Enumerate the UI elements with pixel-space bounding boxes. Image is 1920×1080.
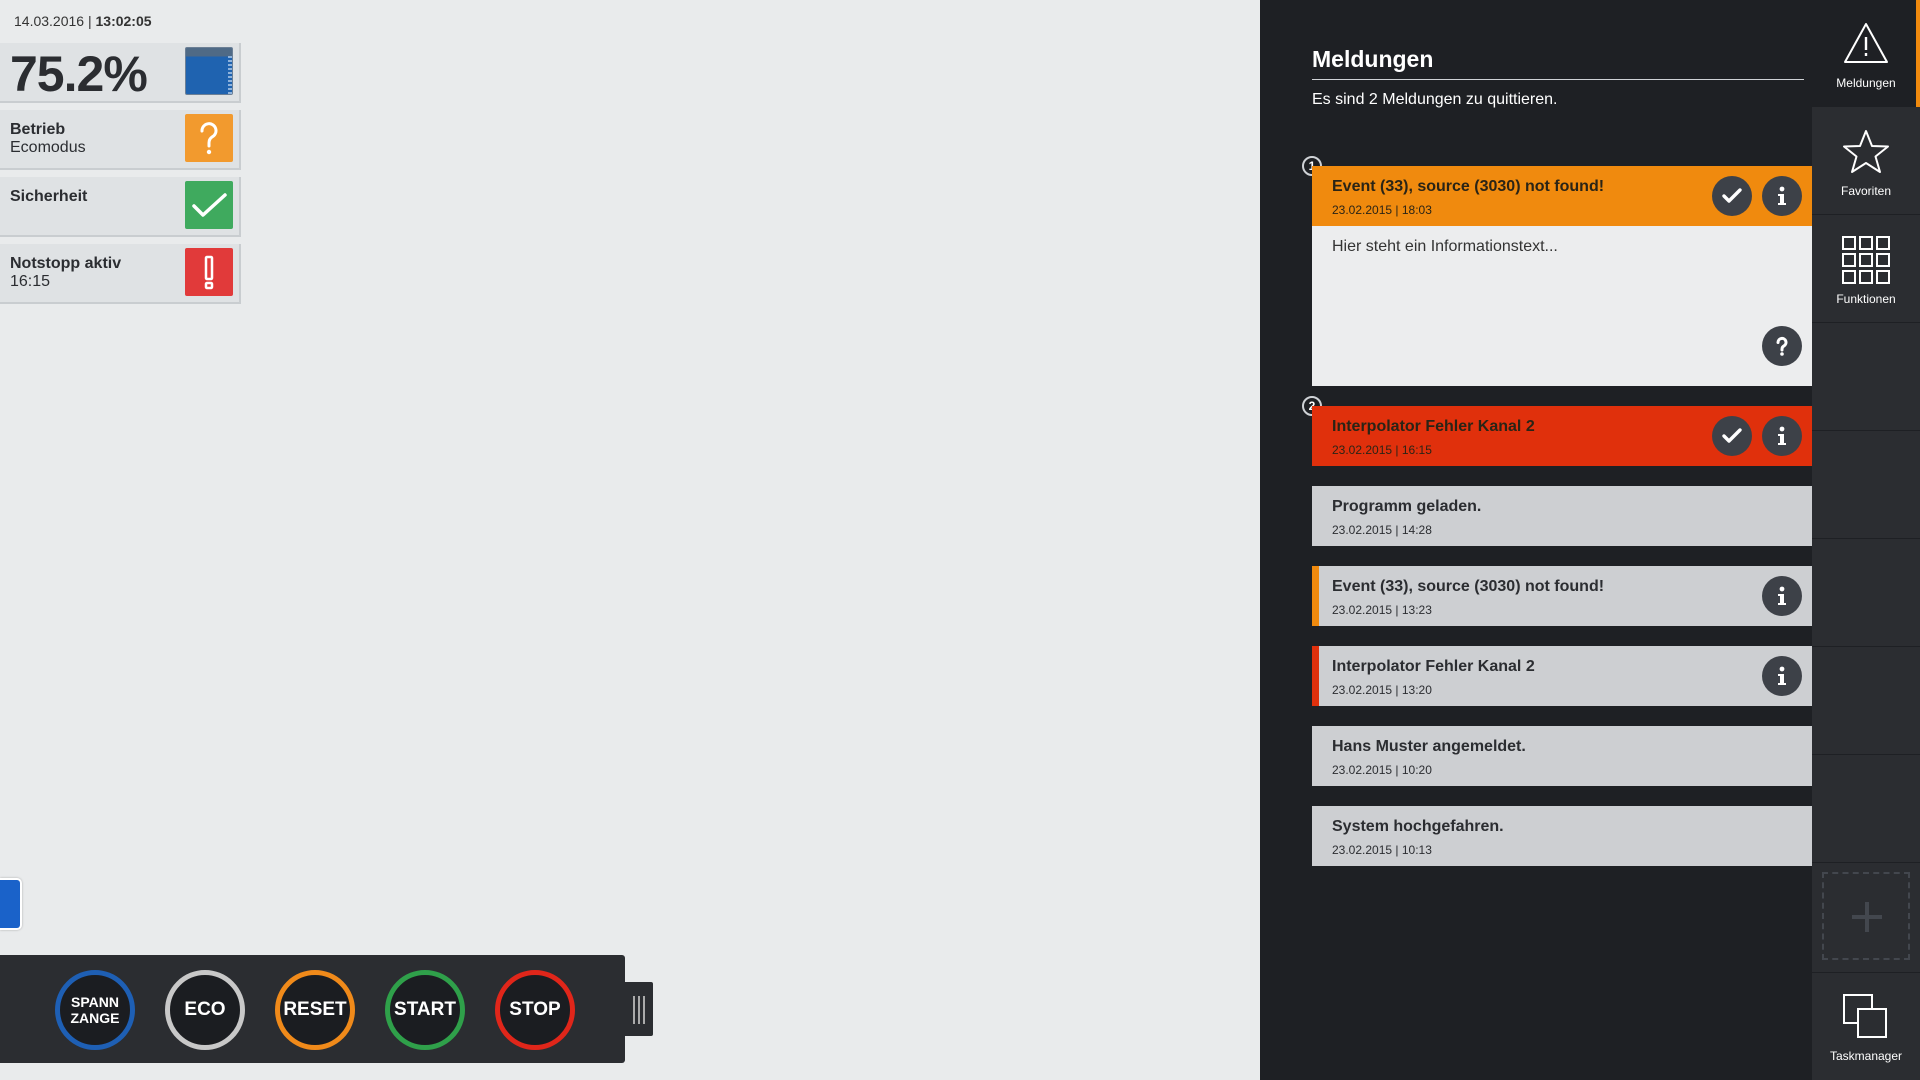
warning-icon (1844, 23, 1888, 63)
nav-slot[interactable] (1812, 432, 1920, 539)
notstopp-tile[interactable]: Notstopp aktiv 16:15 (0, 244, 241, 304)
info-button[interactable] (1762, 416, 1802, 456)
message-date: 23.02.2015 | 10:20 (1332, 763, 1432, 777)
nav-funktionen[interactable]: Funktionen (1812, 216, 1920, 323)
control-bar-grip[interactable] (625, 980, 655, 1038)
grid-icon (1842, 236, 1890, 284)
message-date: 23.02.2015 | 13:23 (1332, 603, 1432, 617)
message-title: System hochgefahren. (1332, 818, 1504, 835)
message-title: Interpolator Fehler Kanal 2 (1332, 658, 1535, 675)
message-item[interactable]: Interpolator Fehler Kanal 2 23.02.2015 |… (1312, 646, 1812, 706)
level-tile[interactable]: 75.2% (0, 43, 241, 103)
info-button[interactable] (1762, 656, 1802, 696)
info-icon (1778, 586, 1786, 605)
side-panel-handle[interactable] (0, 878, 22, 930)
question-icon (1776, 336, 1788, 356)
acknowledge-button[interactable] (1712, 416, 1752, 456)
time-text: 13:02:05 (95, 13, 152, 29)
message-date: 23.02.2015 | 10:13 (1332, 843, 1432, 857)
spannzange-button[interactable]: SPANN ZANGE (55, 970, 135, 1050)
check-icon (1722, 428, 1742, 443)
nav-slot[interactable] (1812, 540, 1920, 647)
info-icon (1778, 426, 1786, 445)
nav-funktionen-label: Funktionen (1836, 292, 1896, 306)
message-item[interactable]: Event (33), source (3030) not found! 23.… (1312, 166, 1812, 226)
nav-meldungen-label: Meldungen (1836, 76, 1896, 90)
acknowledge-button[interactable] (1712, 176, 1752, 216)
message-date: 23.02.2015 | 13:20 (1332, 683, 1432, 697)
panel-title: Meldungen (1312, 46, 1434, 72)
star-icon (1843, 130, 1889, 173)
windows-icon (1843, 994, 1887, 1038)
sicherheit-tile[interactable]: Sicherheit (0, 177, 241, 237)
nav-slot[interactable] (1812, 324, 1920, 431)
message-date: 23.02.2015 | 14:28 (1332, 523, 1432, 537)
message-title: Event (33), source (3030) not found! (1332, 578, 1605, 595)
nav-meldungen[interactable]: Meldungen (1812, 0, 1920, 107)
info-icon (1778, 666, 1786, 685)
message-item[interactable]: Interpolator Fehler Kanal 2 23.02.2015 |… (1312, 406, 1812, 466)
betrieb-value: Ecomodus (10, 139, 86, 156)
info-button[interactable] (1762, 576, 1802, 616)
nav-slot[interactable] (1812, 648, 1920, 755)
check-icon (185, 181, 233, 229)
spannzange-label-2: ZANGE (70, 1010, 120, 1026)
nav-taskmanager[interactable]: Taskmanager (1812, 972, 1920, 1079)
message-item[interactable]: Programm geladen. 23.02.2015 | 14:28 (1312, 486, 1812, 546)
reset-button[interactable]: RESET (275, 970, 355, 1050)
betrieb-label: Betrieb (10, 121, 66, 138)
sicherheit-label: Sicherheit (10, 188, 88, 205)
betrieb-tile[interactable]: Betrieb Ecomodus (0, 110, 241, 170)
messages-panel: Meldungen Es sind 2 Meldungen zu quittie… (1260, 0, 1812, 1080)
add-shortcut-icon[interactable] (1822, 872, 1910, 960)
level-value: 75.2% (10, 46, 148, 102)
level-gauge-icon (185, 47, 233, 95)
date-text: 14.03.2016 (14, 13, 85, 29)
message-title: Interpolator Fehler Kanal 2 (1332, 418, 1535, 435)
start-button[interactable]: START (385, 970, 465, 1050)
message-item[interactable]: Event (33), source (3030) not found! 23.… (1312, 566, 1812, 626)
message-detail-text: Hier steht ein Informationstext... (1332, 238, 1558, 255)
eco-button[interactable]: ECO (165, 970, 245, 1050)
check-icon (1722, 188, 1742, 203)
nav-slot[interactable] (1812, 756, 1920, 863)
date-time: 14.03.2016 | 13:02:05 (14, 13, 152, 29)
notstopp-time: 16:15 (10, 273, 51, 290)
message-item[interactable]: System hochgefahren. 23.02.2015 | 10:13 (1312, 806, 1812, 866)
nav-taskmanager-label: Taskmanager (1829, 1049, 1903, 1063)
date-separator: | (84, 13, 96, 29)
info-icon (1778, 186, 1786, 205)
notstopp-label: Notstopp aktiv (10, 255, 122, 272)
message-title: Event (33), source (3030) not found! (1332, 178, 1605, 195)
message-detail: Hier steht ein Informationstext... (1312, 226, 1812, 386)
info-button[interactable] (1762, 176, 1802, 216)
message-date: 23.02.2015 | 16:15 (1332, 443, 1432, 457)
question-icon (185, 114, 233, 162)
right-nav: Meldungen Favoriten Funktionen Taskmanag… (1812, 0, 1920, 1080)
nav-favoriten[interactable]: Favoriten (1812, 108, 1920, 215)
exclamation-icon (185, 248, 233, 296)
message-date: 23.02.2015 | 18:03 (1332, 203, 1432, 217)
message-item[interactable]: Hans Muster angemeldet. 23.02.2015 | 10:… (1312, 726, 1812, 786)
stop-button[interactable]: STOP (495, 970, 575, 1050)
spannzange-label-1: SPANN (71, 994, 119, 1010)
help-button[interactable] (1762, 326, 1802, 366)
message-title: Programm geladen. (1332, 498, 1482, 515)
panel-divider (1312, 79, 1804, 80)
message-title: Hans Muster angemeldet. (1332, 738, 1526, 755)
panel-subtitle: Es sind 2 Meldungen zu quittieren. (1312, 91, 1558, 108)
nav-favoriten-label: Favoriten (1840, 184, 1892, 198)
control-bar: SPANN ZANGE ECO RESET START STOP (0, 955, 625, 1063)
